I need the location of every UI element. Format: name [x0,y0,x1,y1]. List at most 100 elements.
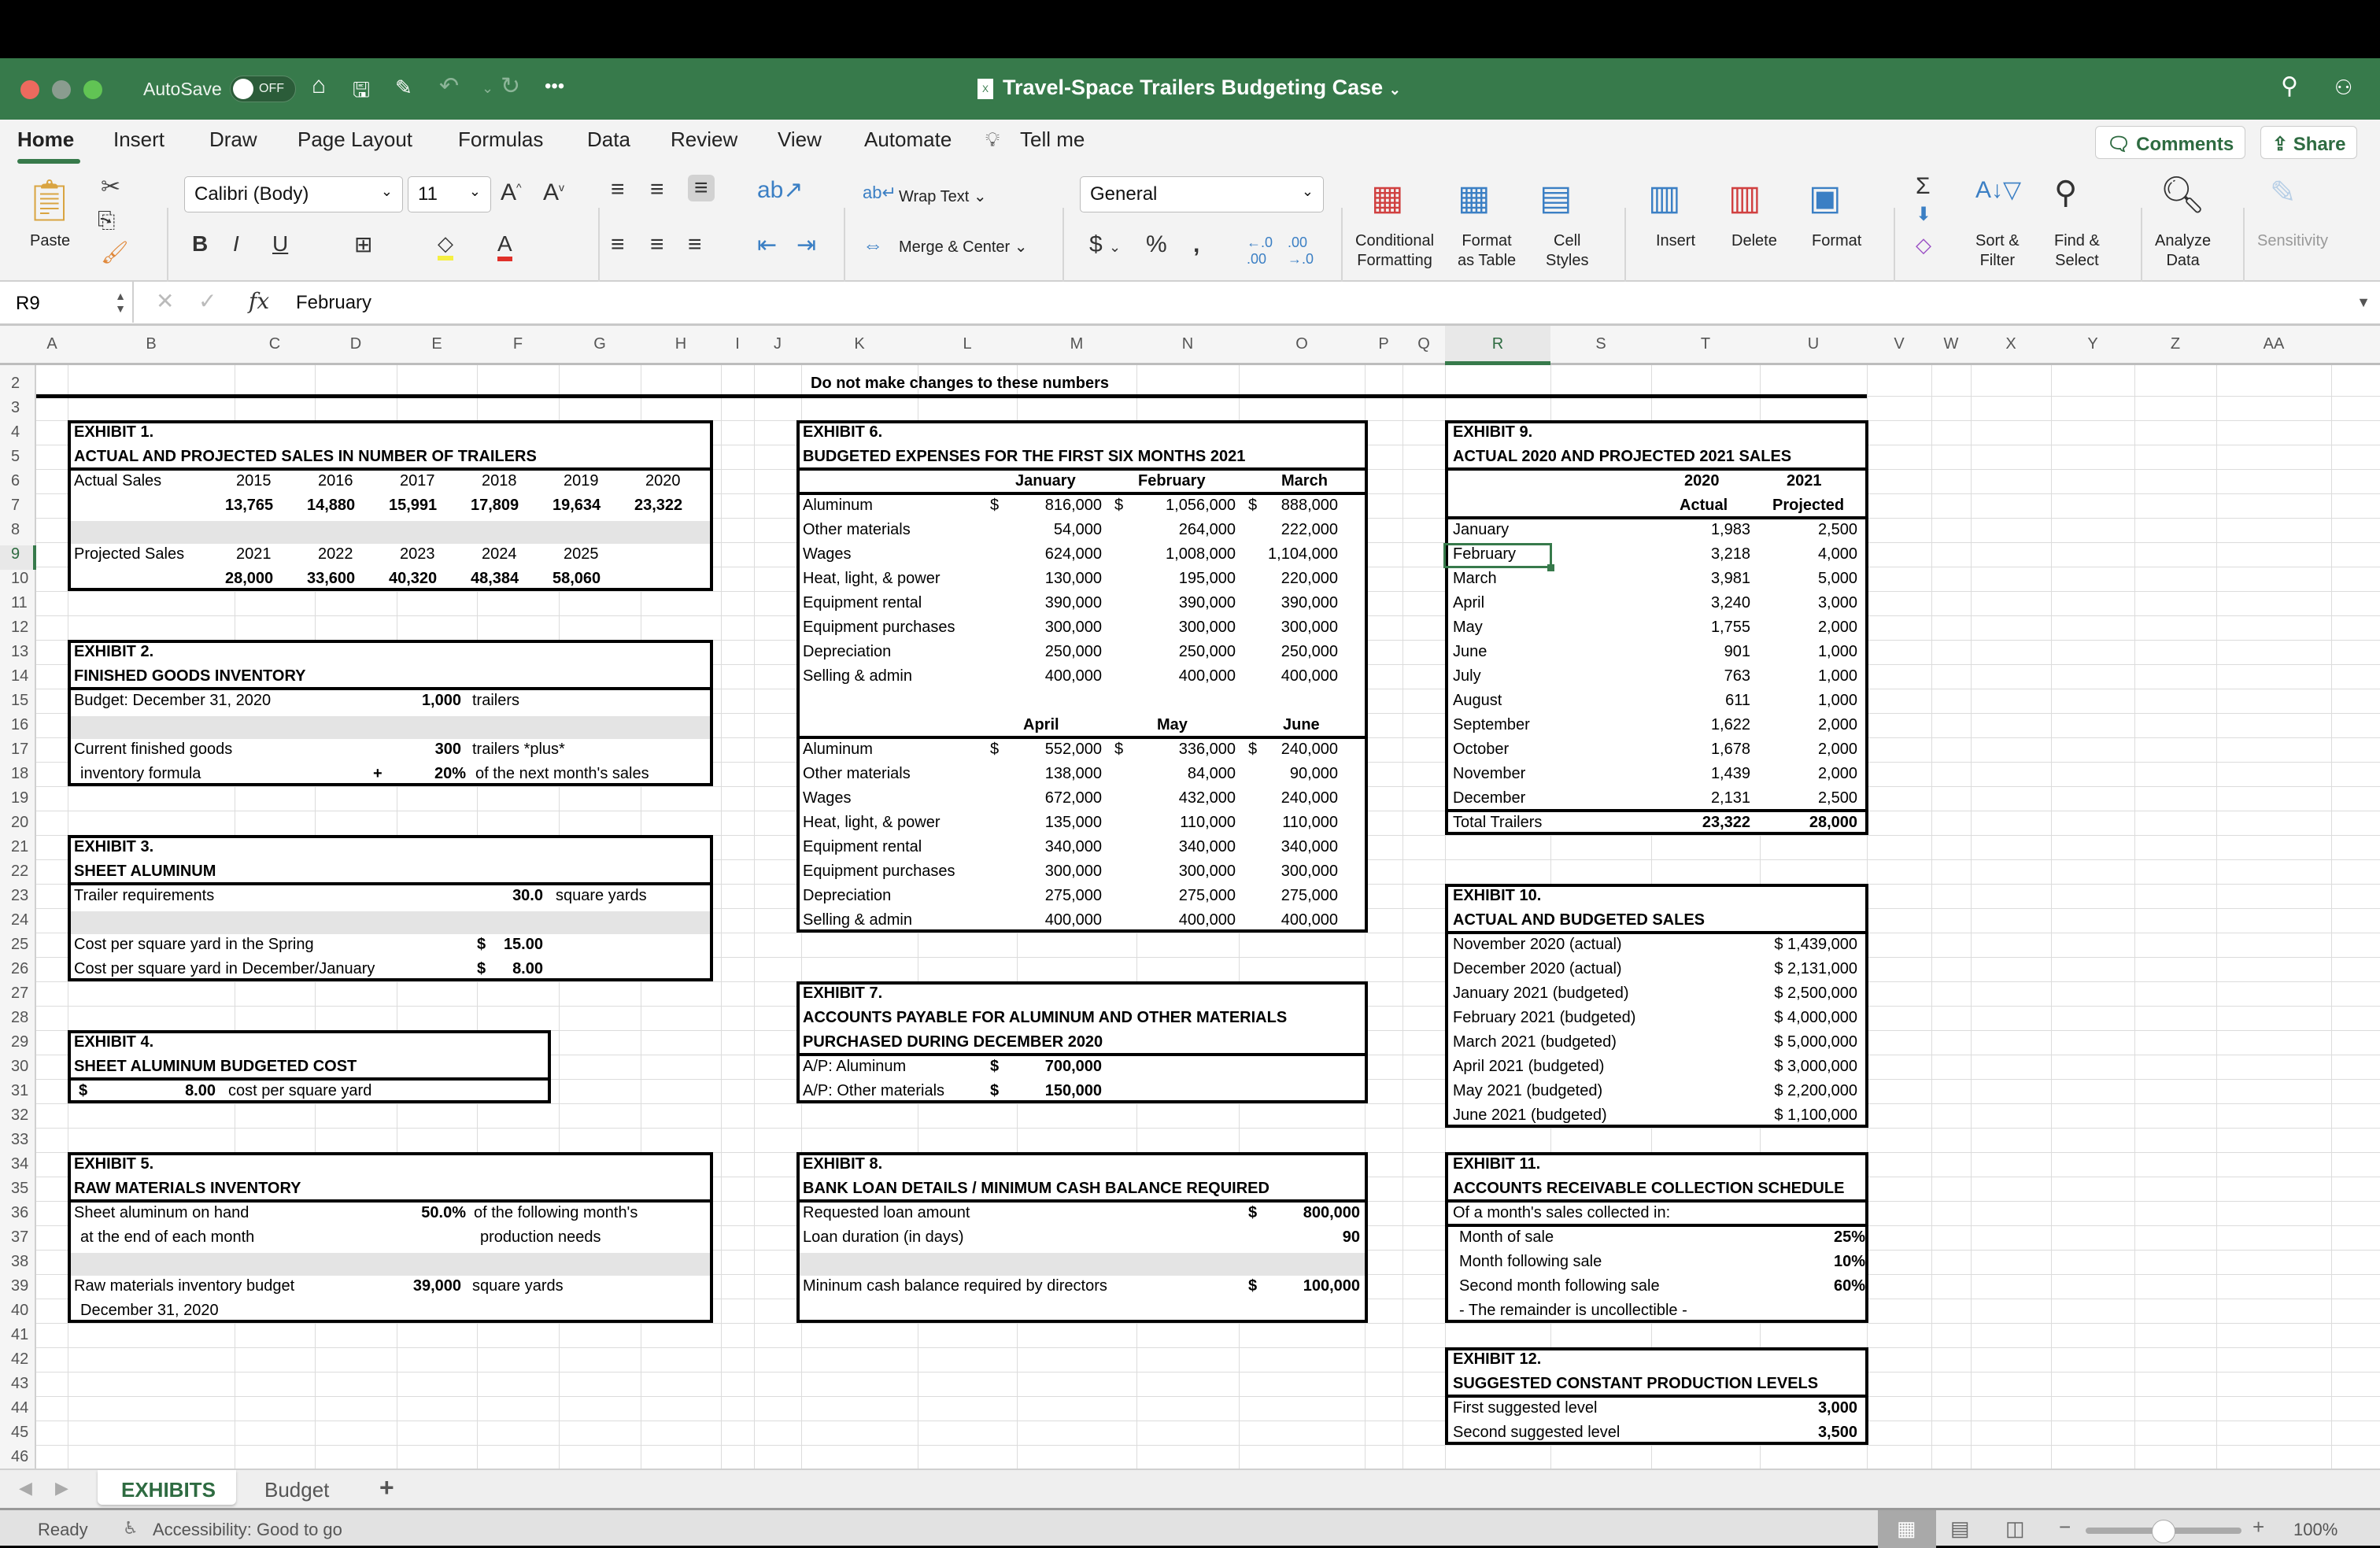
sheet-tab-exhibits[interactable]: EXHIBITS [98,1470,236,1505]
minimize-window-button[interactable] [52,80,71,99]
merge-center-button[interactable]: Merge & Center ⌄ [899,238,1028,257]
copy-icon[interactable]: ⎘ [98,208,115,234]
row-header[interactable]: 36 [0,1204,36,1222]
row-header[interactable]: 38 [0,1253,36,1271]
share-button[interactable]: ⇪ Share [2260,126,2358,159]
row-header[interactable]: 42 [0,1350,36,1369]
align-middle-icon[interactable]: ≡ [650,176,664,203]
autosave-toggle[interactable]: OFF [230,76,296,102]
percent-icon[interactable]: % [1146,231,1167,258]
row-header[interactable]: 2 [0,375,36,393]
autosum-icon[interactable]: Σ [1916,173,1931,200]
align-bottom-icon[interactable]: ≡ [688,175,715,201]
format-as-table-button[interactable]: Format as Table [1458,231,1516,271]
format-button[interactable]: Format [1812,231,1861,251]
row-header[interactable]: 30 [0,1058,36,1076]
row-header[interactable]: 34 [0,1155,36,1173]
row-header[interactable]: 20 [0,814,36,832]
row-header[interactable]: 32 [0,1107,36,1125]
borders-icon[interactable]: ⊞ [354,231,372,257]
column-header[interactable]: D [315,335,397,353]
orientation-icon[interactable]: ab↗ [757,176,804,204]
column-header[interactable]: J [754,335,801,353]
cut-icon[interactable]: ✂ [101,173,120,201]
tab-page-layout[interactable]: Page Layout [298,127,412,152]
row-header[interactable]: 44 [0,1399,36,1417]
insert-cells-icon[interactable]: ▥ [1648,178,1681,218]
sensitivity-button[interactable]: Sensitivity [2257,231,2328,251]
undo-icon[interactable]: ↶ [439,72,459,100]
row-header[interactable]: 25 [0,936,36,954]
row-header[interactable]: 17 [0,741,36,759]
row-header[interactable]: 6 [0,472,36,490]
insert-function-icon[interactable]: fx [249,288,269,314]
number-format-select[interactable]: General ⌄ [1080,176,1324,212]
align-left-icon[interactable]: ≡ [611,231,625,258]
row-header[interactable]: 15 [0,692,36,710]
column-header[interactable]: G [559,335,641,353]
document-title[interactable]: Travel-Space Trailers Budgeting Case ⌄ [1003,76,1401,100]
row-header[interactable]: 14 [0,667,36,685]
column-header[interactable]: E [397,335,477,353]
row-header[interactable]: 40 [0,1302,36,1320]
row-header[interactable]: 41 [0,1326,36,1344]
fill-color-icon[interactable]: ◇ [438,231,453,260]
expand-formula-bar-icon[interactable]: ▼ [2356,294,2371,311]
collaborate-icon[interactable]: ⚇ [2334,76,2352,100]
clear-icon[interactable]: ◇ [1916,233,1931,257]
tab-home[interactable]: Home [17,127,74,152]
tab-automate[interactable]: Automate [864,127,952,152]
column-header[interactable]: O [1239,335,1365,353]
row-header[interactable]: 21 [0,838,36,856]
delete-cells-icon[interactable]: ▥ [1728,178,1761,218]
zoom-window-button[interactable] [83,80,102,99]
page-layout-view-icon[interactable]: ▤ [1950,1517,1970,1541]
row-header[interactable]: 24 [0,911,36,929]
increase-indent-icon[interactable]: ⇥ [796,231,816,259]
row-header[interactable]: 13 [0,643,36,661]
row-header[interactable]: 7 [0,497,36,515]
formula-input[interactable]: February [296,292,371,314]
align-top-icon[interactable]: ≡ [611,176,625,203]
tab-formulas[interactable]: Formulas [458,127,543,152]
paste-label[interactable]: Paste [30,231,70,251]
conditional-formatting-icon[interactable]: ▦ [1371,178,1404,218]
row-header[interactable]: 33 [0,1131,36,1149]
row-header[interactable]: 8 [0,521,36,539]
selected-cell-R9[interactable] [1443,543,1552,568]
row-header[interactable]: 16 [0,716,36,734]
home-icon[interactable]: ⌂ [312,72,326,99]
zoom-in-icon[interactable]: + [2252,1515,2264,1539]
prev-sheet-icon[interactable]: ◀ [19,1478,32,1498]
tab-view[interactable]: View [778,127,822,152]
italic-icon[interactable]: I [233,231,239,257]
next-sheet-icon[interactable]: ▶ [55,1478,68,1498]
paste-icon[interactable]: 📋︎ [24,176,76,224]
analyze-data-icon[interactable]: 🔍︎ [2160,173,2205,216]
tab-review[interactable]: Review [671,127,737,152]
tab-draw[interactable]: Draw [209,127,257,152]
row-header[interactable]: 43 [0,1375,36,1393]
sort-filter-button[interactable]: Sort & Filter [1975,231,2020,271]
align-right-icon[interactable]: ≡ [688,231,702,258]
column-header[interactable]: V [1867,335,1931,353]
comments-button[interactable]: 🗨︎ Comments [2095,126,2246,159]
row-header[interactable]: 26 [0,960,36,978]
save-as-icon[interactable]: ✎ [395,76,412,100]
increase-decimal-icon[interactable]: ←.0.00 [1247,235,1273,268]
row-header[interactable]: 10 [0,570,36,588]
column-header[interactable]: X [1971,335,2051,353]
row-header[interactable]: 29 [0,1033,36,1051]
column-header[interactable]: F [477,335,559,353]
cell-styles-icon[interactable]: ▤ [1539,178,1572,218]
fill-icon[interactable]: ⬇ [1916,203,1931,226]
row-header[interactable]: 11 [0,594,36,612]
fill-handle[interactable] [1547,564,1554,571]
column-header[interactable]: Y [2051,335,2134,353]
undo-dropdown-icon[interactable]: ⌄ [482,80,493,97]
normal-view-button[interactable]: ▦ [1878,1510,1936,1548]
row-header[interactable]: 3 [0,399,36,417]
redo-icon[interactable]: ↻ [501,72,520,100]
row-header[interactable]: 39 [0,1277,36,1295]
add-sheet-icon[interactable]: + [379,1473,394,1502]
